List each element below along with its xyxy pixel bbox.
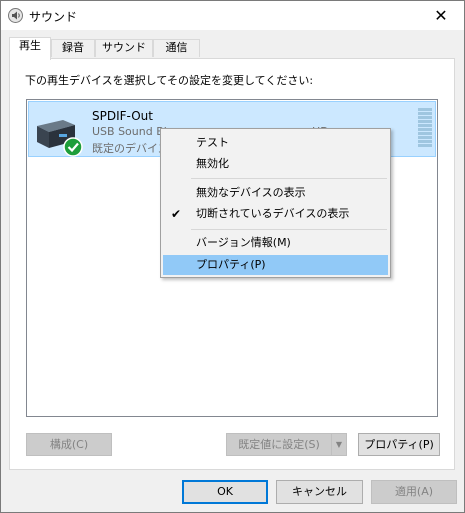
menu-item-label: 無効化	[196, 157, 229, 170]
title-bar[interactable]: サウンド ✕	[1, 1, 464, 30]
close-button[interactable]: ✕	[418, 1, 464, 30]
device-name: SPDIF-Out	[92, 109, 153, 123]
menu-item-show-disabled-devices[interactable]: 無効なデバイスの表示	[163, 183, 388, 203]
level-meter	[418, 108, 432, 148]
sound-dialog: サウンド ✕ 再生 録音 サウンド 通信 下の再生デバイスを選択してその設定を変…	[0, 0, 465, 513]
tab-communications[interactable]: 通信	[153, 39, 200, 57]
menu-item-disable[interactable]: 無効化	[163, 154, 388, 174]
menu-item-label: テスト	[196, 136, 229, 149]
close-icon: ✕	[434, 6, 448, 25]
menu-item-properties[interactable]: プロパティ(P)	[163, 255, 388, 275]
device-subtitle: USB Sound Bl	[92, 125, 167, 138]
tab-playback[interactable]: 再生	[9, 37, 51, 60]
default-check-icon	[63, 137, 83, 157]
cancel-button[interactable]: キャンセル	[276, 480, 363, 504]
speaker-title-icon	[8, 8, 23, 23]
menu-item-test[interactable]: テスト	[163, 133, 388, 153]
menu-item-show-disconnected-devices[interactable]: ✔ 切断されているデバイスの表示	[163, 204, 388, 224]
menu-separator	[191, 229, 387, 230]
window-title: サウンド	[29, 10, 78, 24]
ok-button[interactable]: OK	[182, 480, 268, 504]
device-status: 既定のデバイス	[92, 142, 169, 155]
properties-button[interactable]: プロパティ(P)	[358, 433, 440, 456]
configure-button[interactable]: 構成(C)	[26, 433, 112, 456]
chevron-down-icon[interactable]: ▼	[331, 434, 346, 455]
set-default-label: 既定値に設定(S)	[238, 438, 320, 451]
tab-sounds[interactable]: サウンド	[95, 39, 153, 57]
instruction-text: 下の再生デバイスを選択してその設定を変更してください:	[25, 74, 314, 87]
tab-recording[interactable]: 録音	[51, 39, 95, 57]
menu-item-label: 無効なデバイスの表示	[196, 186, 306, 199]
menu-item-version-info[interactable]: バージョン情報(M)	[163, 233, 388, 253]
context-menu: テスト 無効化 無効なデバイスの表示 ✔ 切断されているデバイスの表示 バージョ…	[160, 128, 391, 278]
menu-item-label: バージョン情報(M)	[196, 236, 291, 249]
set-default-button[interactable]: 既定値に設定(S) ▼	[226, 433, 347, 456]
speaker-device-icon	[37, 120, 83, 157]
apply-button[interactable]: 適用(A)	[371, 480, 457, 504]
menu-item-label: 切断されているデバイスの表示	[196, 207, 350, 220]
checkmark-icon: ✔	[171, 207, 182, 221]
menu-item-label: プロパティ(P)	[196, 258, 266, 271]
menu-separator	[191, 178, 387, 179]
